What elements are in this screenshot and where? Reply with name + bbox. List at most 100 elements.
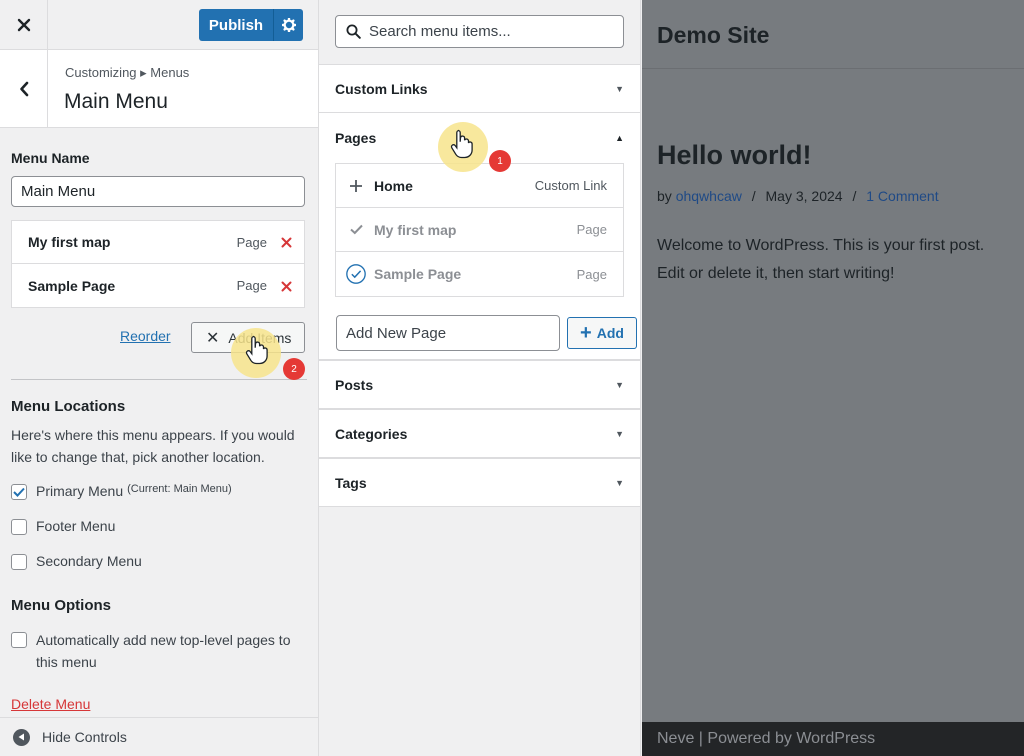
post-meta: by ohqwhcaw / May 3, 2024 / 1 Comment <box>657 188 939 204</box>
menu-name-input[interactable] <box>11 176 305 207</box>
chevron-left-icon <box>19 81 28 96</box>
hand-cursor-icon <box>245 335 268 365</box>
menu-options-heading: Menu Options <box>11 597 111 614</box>
publish-button[interactable]: Publish <box>199 9 273 41</box>
caret-up-icon: ▲ <box>615 132 624 143</box>
primary-menu-checkbox[interactable] <box>11 484 27 500</box>
site-title[interactable]: Demo Site <box>657 22 1009 49</box>
close-icon: ✕ <box>206 329 220 347</box>
menu-locations-description: Here's where this menu appears. If you w… <box>11 427 295 465</box>
location-secondary[interactable]: Secondary Menu <box>11 553 142 570</box>
circle-check-icon <box>346 262 366 286</box>
new-page-input[interactable] <box>336 315 560 351</box>
menu-item-type: Page <box>236 278 267 293</box>
section-posts[interactable]: Posts ▼ <box>319 360 640 409</box>
page-item-type: Custom Link <box>534 178 607 193</box>
menu-item-type: Page <box>236 234 267 250</box>
menu-name-label: Menu Name <box>11 150 90 166</box>
section-title: Custom Links <box>335 80 428 97</box>
page-item[interactable]: My first map Page <box>336 208 623 252</box>
section-title: Tags <box>335 474 367 491</box>
back-button[interactable] <box>0 50 48 127</box>
add-page-label: Add <box>596 325 624 341</box>
section-custom-links[interactable]: Custom Links ▼ <box>319 64 640 113</box>
location-label: Primary Menu <box>36 483 124 499</box>
caret-down-icon: ▼ <box>615 83 624 94</box>
caret-down-icon: ▼ <box>615 428 624 439</box>
menu-item-title: Sample Page <box>28 277 116 294</box>
checkmark-icon <box>13 487 25 497</box>
divider <box>11 379 307 380</box>
auto-add-option[interactable]: Automatically add new top-level pages to… <box>11 629 306 673</box>
close-icon <box>281 237 292 248</box>
secondary-menu-checkbox[interactable] <box>11 554 27 570</box>
auto-add-checkbox[interactable] <box>11 632 27 648</box>
auto-add-label: Automatically add new top-level pages to… <box>36 632 291 670</box>
section-title: Posts <box>335 376 374 393</box>
publish-settings-button[interactable] <box>273 9 303 41</box>
menu-locations-heading: Menu Locations <box>11 398 126 415</box>
delete-menu-link[interactable]: Delete Menu <box>11 696 90 712</box>
gear-icon <box>281 18 296 32</box>
page-item-title: Home <box>374 177 413 194</box>
plus-icon <box>346 179 366 193</box>
site-preview: Demo Site Hello world! by ohqwhcaw / May… <box>642 0 1024 756</box>
meta-by: by <box>657 188 672 204</box>
search-icon <box>346 24 361 39</box>
meta-separator: / <box>852 188 857 204</box>
page-item-title: Sample Page <box>374 266 462 282</box>
close-customizer-button[interactable] <box>0 0 48 50</box>
page-item[interactable]: Home Custom Link <box>336 164 623 208</box>
breadcrumb: Customizing ▸ Menus <box>65 65 190 80</box>
customizer-topbar: Publish <box>0 0 318 50</box>
caret-down-icon: ▼ <box>615 477 624 488</box>
meta-separator: / <box>751 188 756 204</box>
remove-item-button[interactable] <box>281 233 292 251</box>
collapse-icon <box>13 728 30 746</box>
section-categories[interactable]: Categories ▼ <box>319 409 640 458</box>
section-tags[interactable]: Tags ▼ <box>319 458 640 507</box>
plus-icon: + <box>580 322 592 344</box>
comments-link[interactable]: 1 Comment <box>866 188 938 204</box>
checkmark-icon <box>346 224 366 235</box>
page-item-type: Page <box>576 266 607 282</box>
site-header: Demo Site <box>642 0 1024 69</box>
hand-cursor-icon <box>450 129 473 159</box>
reorder-link[interactable]: Reorder <box>120 328 171 344</box>
hide-controls-button[interactable]: Hide Controls <box>0 717 318 756</box>
post-title[interactable]: Hello world! <box>657 140 812 171</box>
menu-item[interactable]: Sample Page Page <box>11 264 305 308</box>
page-item[interactable]: Sample Page Page <box>336 252 623 296</box>
menu-items-list: My first map Page Sample Page Page <box>11 220 305 308</box>
menu-item[interactable]: My first map Page <box>11 220 305 264</box>
close-icon <box>281 281 292 291</box>
location-label: Footer Menu <box>36 518 116 534</box>
caret-down-icon: ▼ <box>615 379 624 390</box>
location-primary[interactable]: Primary Menu (Current: Main Menu) <box>11 483 232 500</box>
menu-item-title: My first map <box>28 234 111 250</box>
hide-controls-label: Hide Controls <box>42 729 127 745</box>
footer-menu-checkbox[interactable] <box>11 519 27 535</box>
post-date: May 3, 2024 <box>765 188 843 204</box>
section-title: Main Menu <box>64 90 168 113</box>
add-page-button[interactable]: + Add <box>567 317 637 349</box>
post-excerpt: Welcome to WordPress. This is your first… <box>657 237 985 282</box>
search-field[interactable] <box>335 15 624 48</box>
available-items-panel: Custom Links ▼ Pages ▲ Home Custom Link … <box>319 0 641 756</box>
step-badge: 1 <box>489 150 511 172</box>
page-item-type: Page <box>576 222 607 237</box>
site-footer: Neve | Powered by WordPress <box>642 722 1024 756</box>
page-list: Home Custom Link My first map Page Sampl… <box>335 163 624 297</box>
section-header: Customizing ▸ Menus Main Menu <box>0 50 318 128</box>
step-badge: 2 <box>283 358 305 380</box>
close-icon <box>17 18 30 32</box>
location-label: Secondary Menu <box>36 553 142 569</box>
section-title: Categories <box>335 425 408 442</box>
page-item-title: My first map <box>374 221 457 238</box>
location-note: (Current: Main Menu) <box>127 483 232 495</box>
publish-group: Publish <box>199 9 303 41</box>
author-link[interactable]: ohqwhcaw <box>676 188 742 204</box>
remove-item-button[interactable] <box>281 277 292 295</box>
location-footer[interactable]: Footer Menu <box>11 518 115 535</box>
search-input[interactable] <box>369 23 609 40</box>
